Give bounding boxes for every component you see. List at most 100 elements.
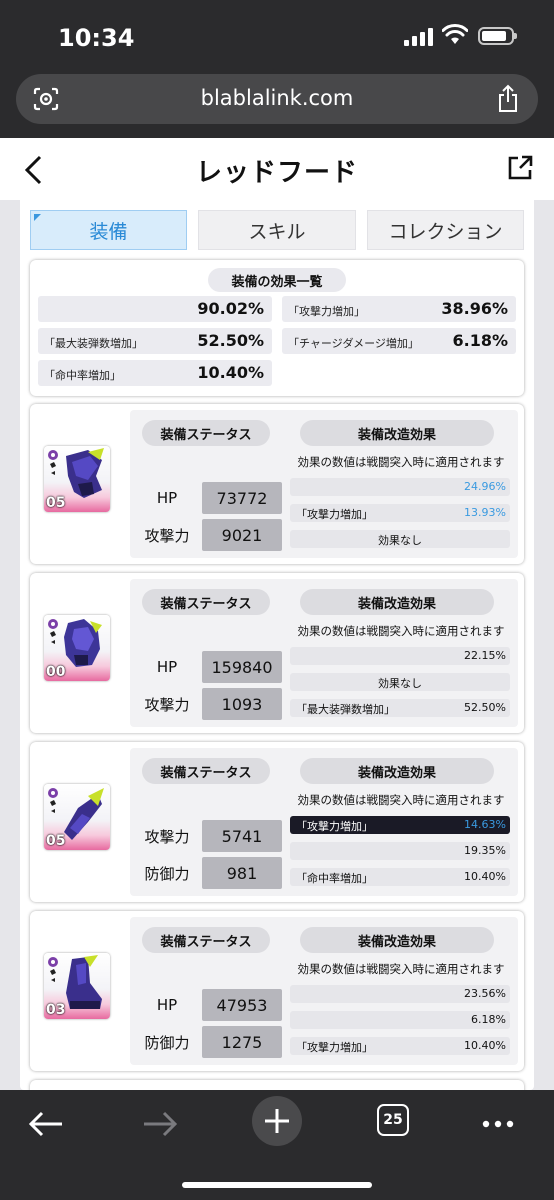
effect-value: 52.50%: [464, 701, 506, 714]
equipment-icon: 05: [44, 446, 110, 512]
page-title: レッドフード: [195, 158, 358, 188]
battery-icon: [478, 27, 517, 45]
effect-label: 効果なし: [378, 534, 422, 547]
summary-item: 90.02%: [38, 296, 272, 322]
equipment-card-2[interactable]: 00 装備ステータス 装備改造効果 HP 159840 攻撃力 1093 効果の…: [30, 573, 524, 733]
effect-note: 効果の数値は戦闘突入時に適用されます: [297, 624, 505, 638]
summary-item: 「攻撃力増加」 38.96%: [282, 296, 516, 322]
stat-value: 5741: [202, 820, 282, 852]
effect-header: 装備改造効果: [300, 420, 494, 446]
content-area: 装備 スキル コレクション 装備の効果一覧 90.02% 「攻撃力増加」 38.…: [20, 200, 534, 1100]
more-icon[interactable]: [474, 1104, 522, 1144]
stat-label: HP: [156, 996, 178, 1014]
effect-label: 「攻撃力増加」: [296, 508, 373, 521]
stat-label: 防御力: [144, 1033, 190, 1052]
summary-item: 「命中率増加」 10.40%: [38, 360, 272, 386]
stat-label: 防御力: [144, 864, 190, 883]
arrow-left-icon[interactable]: [22, 1104, 70, 1144]
summary-label: 「チャージダメージ増加」: [288, 337, 419, 350]
stat-value: 73772: [202, 482, 282, 514]
effect-row: 「命中率増加」 10.40%: [290, 868, 510, 886]
external-link-icon[interactable]: [506, 154, 534, 182]
effect-row: 効果なし: [290, 530, 510, 548]
stat-label: HP: [156, 489, 178, 507]
address-bar[interactable]: blablalink.com: [16, 74, 538, 124]
equipment-panel: 装備ステータス 装備改造効果 攻撃力 5741 防御力 981 効果の数値は戦闘…: [130, 748, 518, 896]
effect-header: 装備改造効果: [300, 758, 494, 784]
equipment-icon: 00: [44, 615, 110, 681]
equipment-card-4[interactable]: 03 装備ステータス 装備改造効果 HP 47953 防御力 1275 効果の数…: [30, 911, 524, 1071]
effect-row: 19.35%: [290, 842, 510, 860]
stat-label: HP: [156, 658, 178, 676]
effect-row: 効果なし: [290, 673, 510, 691]
equipment-icon: 05: [44, 784, 110, 850]
tab-collection[interactable]: コレクション: [367, 210, 524, 250]
stat-value: 1275: [202, 1026, 282, 1058]
stat-value: 47953: [202, 989, 282, 1021]
equipment-card-3[interactable]: 05 装備ステータス 装備改造効果 攻撃力 5741 防御力 981 効果の数値…: [30, 742, 524, 902]
effect-label: 「最大装弾数増加」: [296, 703, 395, 716]
effect-value: 23.56%: [464, 987, 506, 1000]
summary-label: 「最大装弾数増加」: [44, 337, 143, 350]
equipment-level: 05: [46, 495, 66, 511]
stat-label: 攻撃力: [144, 526, 190, 545]
summary-value: 6.18%: [452, 331, 508, 350]
stat-value: 159840: [202, 651, 282, 683]
equipment-card-1[interactable]: 05 装備ステータス 装備改造効果 HP 73772 攻撃力 9021 効果の数…: [30, 404, 524, 564]
effect-row: 6.18%: [290, 1011, 510, 1029]
effect-summary-card: 装備の効果一覧 90.02% 「攻撃力増加」 38.96% 「最大装弾数増加」 …: [30, 260, 524, 396]
effect-note: 効果の数値は戦闘突入時に適用されます: [297, 455, 505, 469]
page-header: レッドフード: [0, 138, 554, 200]
summary-value: 10.40%: [197, 363, 264, 382]
effect-row: 「攻撃力増加」 13.93%: [290, 504, 510, 522]
status-header: 装備ステータス: [142, 420, 270, 446]
equipment-panel: 装備ステータス 装備改造効果 HP 47953 防御力 1275 効果の数値は戦…: [130, 917, 518, 1065]
status-header: 装備ステータス: [142, 927, 270, 953]
stat-label: 攻撃力: [144, 695, 190, 714]
effect-label: 「命中率増加」: [296, 872, 373, 885]
stat-value: 1093: [202, 688, 282, 720]
effect-row: 24.96%: [290, 478, 510, 496]
summary-label: 「命中率増加」: [44, 369, 121, 382]
summary-item: 「チャージダメージ増加」 6.18%: [282, 328, 516, 354]
effect-label: 「攻撃力増加」: [296, 1041, 373, 1054]
status-header: 装備ステータス: [142, 758, 270, 784]
equipment-level: 00: [46, 664, 66, 680]
stat-value: 9021: [202, 519, 282, 551]
effect-row: 「攻撃力増加」 10.40%: [290, 1037, 510, 1055]
effect-value: 10.40%: [464, 1039, 506, 1052]
arrow-right-icon[interactable]: [136, 1104, 184, 1144]
summary-title: 装備の効果一覧: [208, 268, 346, 292]
tab-bar: 装備 スキル コレクション: [30, 210, 524, 250]
signal-icon: [404, 28, 434, 46]
new-tab-button[interactable]: [252, 1096, 302, 1146]
effect-note: 効果の数値は戦闘突入時に適用されます: [297, 962, 505, 976]
effect-row: 23.56%: [290, 985, 510, 1003]
equipment-panel: 装備ステータス 装備改造効果 HP 73772 攻撃力 9021 効果の数値は戦…: [130, 410, 518, 558]
tabs-icon[interactable]: 25: [377, 1104, 409, 1136]
effect-value: 14.63%: [464, 818, 506, 831]
effect-value: 22.15%: [464, 649, 506, 662]
summary-label: 「攻撃力増加」: [288, 305, 365, 318]
browser-chrome: 10:34 blablalink.com: [0, 0, 554, 138]
effect-label: 「攻撃力増加」: [296, 820, 373, 833]
share-icon[interactable]: [496, 84, 520, 114]
stat-label: 攻撃力: [144, 827, 190, 846]
effect-row: 22.15%: [290, 647, 510, 665]
effect-value: 13.93%: [464, 506, 506, 519]
equipment-icon: 03: [44, 953, 110, 1019]
effect-row: 「最大装弾数増加」 52.50%: [290, 699, 510, 717]
effect-value: 10.40%: [464, 870, 506, 883]
summary-value: 90.02%: [197, 299, 264, 318]
equipment-panel: 装備ステータス 装備改造効果 HP 159840 攻撃力 1093 効果の数値は…: [130, 579, 518, 727]
tab-equipment[interactable]: 装備: [30, 210, 187, 250]
status-header: 装備ステータス: [142, 589, 270, 615]
tab-skill[interactable]: スキル: [198, 210, 356, 250]
summary-value: 38.96%: [441, 299, 508, 318]
equipment-level: 05: [46, 833, 66, 849]
effect-header: 装備改造効果: [300, 589, 494, 615]
plus-icon: [265, 1109, 289, 1133]
summary-value: 52.50%: [197, 331, 264, 350]
effect-note: 効果の数値は戦闘突入時に適用されます: [297, 793, 505, 807]
effect-label: 効果なし: [378, 677, 422, 690]
